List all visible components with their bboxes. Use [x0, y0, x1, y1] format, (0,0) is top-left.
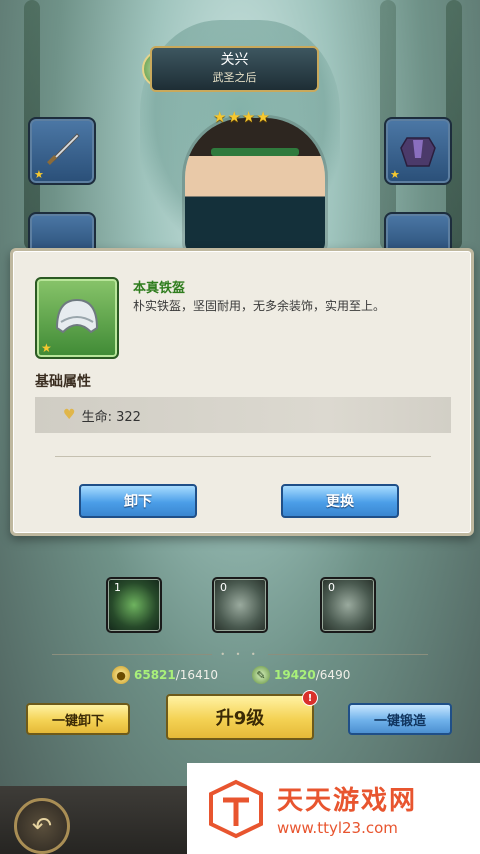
replace-button[interactable]: 更换 [281, 484, 399, 518]
skill-slot-1[interactable]: 1 [106, 577, 162, 633]
item-description: 朴实铁盔，坚固耐用，无多余装饰，实用至上。 [133, 299, 386, 313]
unequip-button[interactable]: 卸下 [79, 484, 197, 518]
attribute-row-hp: ♥ 生命: 322 [35, 397, 451, 433]
skill-slot-3[interactable]: 0 [320, 577, 376, 633]
watermark-title: 天天游戏网 [277, 786, 418, 816]
equipment-detail-dialog: ★ 本真铁盔 朴实铁盔，坚固耐用，无多余装饰，实用至上。 基础属性 ♥ 生命: … [10, 248, 474, 536]
material-current: 19420 [274, 668, 316, 682]
coin-total: /16410 [175, 668, 218, 682]
hero-portrait [185, 118, 325, 253]
heart-icon: ♥ [63, 407, 76, 423]
material-icon: ✎ [252, 666, 270, 684]
skill-level: 0 [328, 581, 335, 594]
skill-level: 1 [114, 581, 121, 594]
forge-all-button[interactable]: 一键锻造 [348, 703, 452, 735]
coin-resource: ● 65821 /16410 [112, 666, 218, 684]
equip-slot-armor[interactable]: ★ [384, 117, 452, 185]
equip-slot-weapon[interactable]: ★ [28, 117, 96, 185]
helmet-icon [55, 298, 99, 334]
item-name: 本真铁盔 [133, 281, 186, 296]
attribute-hp-text: 生命: 322 [81, 409, 141, 425]
sword-icon [47, 133, 80, 165]
dialog-divider [55, 456, 431, 457]
upgrade-label: 升9级 [215, 708, 265, 729]
hero-subtitle: 武圣之后 [212, 71, 257, 84]
upgrade-button[interactable]: 升9级 ! [166, 690, 318, 740]
coin-current: 65821 [134, 668, 176, 682]
section-divider: • • • [0, 650, 480, 659]
site-watermark: 天天游戏网 www.ttyl23.com [187, 763, 480, 854]
hero-name-plate: 关兴 武圣之后 [150, 46, 319, 92]
item-icon-frame: ★ [35, 277, 119, 359]
coin-icon: ● [112, 666, 130, 684]
base-attributes-title: 基础属性 [35, 374, 91, 390]
skill-level: 0 [220, 581, 227, 594]
hero-stats-strip [28, 536, 448, 552]
skill-slot-2[interactable]: 0 [212, 577, 268, 633]
notification-badge: ! [302, 690, 318, 706]
armor-icon [400, 137, 436, 167]
watermark-logo [205, 778, 267, 840]
back-arrow-icon[interactable]: ↶ [14, 798, 70, 854]
material-resource: ✎ 19420 /6490 [252, 666, 350, 684]
material-total: /6490 [315, 668, 351, 682]
hero-name: 关兴 [220, 52, 249, 68]
watermark-url: www.ttyl23.com [277, 819, 398, 837]
unequip-all-button[interactable]: 一键卸下 [26, 703, 130, 735]
hero-star-rating: ★★★★ [213, 108, 271, 126]
